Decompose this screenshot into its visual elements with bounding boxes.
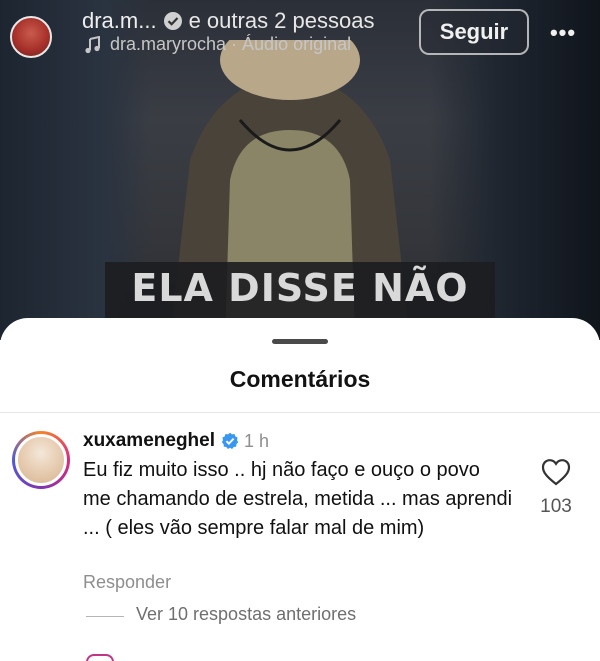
author-avatar[interactable] <box>10 16 52 58</box>
comment-username[interactable]: xuxameneghel <box>83 430 215 452</box>
music-note-icon <box>85 35 100 53</box>
comment-header: xuxameneghel 1 h <box>83 430 269 452</box>
more-options-icon[interactable]: ••• <box>546 20 580 45</box>
replies-divider-line <box>86 616 124 617</box>
verified-badge-icon <box>221 432 239 449</box>
next-comment-avatar-peek <box>86 654 114 661</box>
audio-line[interactable]: dra.maryrocha · Áudio original <box>84 34 351 55</box>
heart-icon[interactable] <box>541 458 571 486</box>
view-replies-button[interactable]: Ver 10 respostas anteriores <box>136 604 356 625</box>
collaborators-text[interactable]: e outras 2 pessoas <box>189 8 375 34</box>
reel-top-bar: dra.m... e outras 2 pessoas dra.maryroch… <box>0 0 600 64</box>
sheet-drag-handle[interactable] <box>272 339 328 344</box>
verified-badge-icon <box>163 12 182 30</box>
follow-button[interactable]: Seguir <box>419 9 529 55</box>
like-count: 103 <box>540 496 572 517</box>
audio-label[interactable]: dra.maryrocha · Áudio original <box>110 34 351 55</box>
comments-sheet: Comentários xuxameneghel 1 h Eu fiz muit… <box>0 318 600 661</box>
comment-timestamp: 1 h <box>244 430 270 451</box>
commenter-avatar-image <box>15 434 67 486</box>
reply-button[interactable]: Responder <box>83 572 171 593</box>
video-caption: ELA DISSE NÃO <box>131 266 469 310</box>
sheet-title: Comentários <box>229 366 371 392</box>
author-line[interactable]: dra.m... e outras 2 pessoas <box>82 8 374 34</box>
comment-text: Eu fiz muito isso .. hj não faço e ouço … <box>83 459 513 539</box>
author-name[interactable]: dra.m... <box>82 8 157 34</box>
sheet-divider <box>0 412 600 413</box>
commenter-avatar[interactable] <box>12 431 70 489</box>
